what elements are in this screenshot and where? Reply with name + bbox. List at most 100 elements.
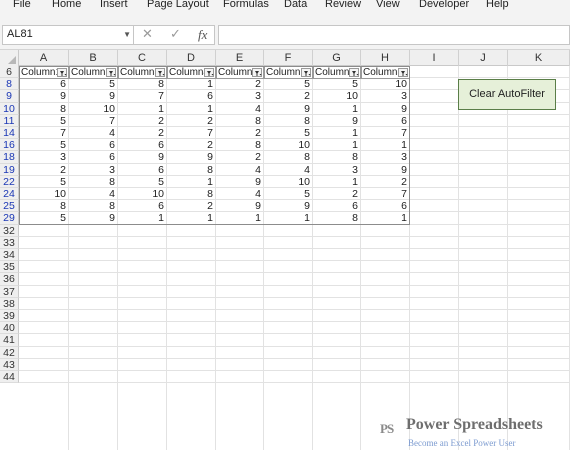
table-cell[interactable]: 2 [264, 90, 313, 102]
row-header-37[interactable]: 37 [0, 285, 19, 298]
table-cell[interactable]: 6 [361, 200, 410, 212]
table-cell[interactable]: 8 [69, 200, 118, 212]
table-cell[interactable]: 8 [118, 78, 167, 90]
menu-formulas[interactable]: Formulas [223, 0, 269, 10]
select-all-corner[interactable] [0, 50, 19, 66]
table-cell[interactable]: 2 [313, 188, 361, 200]
menu-developer[interactable]: Developer [419, 0, 469, 10]
column-header-g[interactable]: G [313, 50, 361, 66]
table-cell[interactable]: 9 [69, 212, 118, 224]
table-cell[interactable]: 8 [19, 200, 69, 212]
table-cell[interactable]: 2 [19, 164, 69, 176]
table-cell[interactable]: 10 [118, 188, 167, 200]
table-cell[interactable]: 8 [313, 212, 361, 224]
table-cell[interactable]: 8 [264, 151, 313, 163]
table-cell[interactable]: 1 [118, 212, 167, 224]
clear-autofilter-button[interactable]: Clear AutoFilter [458, 79, 556, 110]
table-header-cell[interactable]: Column2 [69, 65, 118, 79]
table-cell[interactable]: 8 [216, 115, 264, 127]
table-cell[interactable]: 9 [361, 103, 410, 115]
table-cell[interactable]: 5 [313, 78, 361, 90]
table-cell[interactable]: 9 [216, 200, 264, 212]
table-cell[interactable]: 4 [216, 164, 264, 176]
enter-icon[interactable]: ✓ [170, 26, 181, 42]
row-header-11[interactable]: 11 [0, 114, 19, 127]
table-cell[interactable]: 9 [69, 90, 118, 102]
table-cell[interactable]: 3 [361, 151, 410, 163]
row-header-6[interactable]: 6 [0, 66, 19, 79]
table-cell[interactable]: 10 [69, 103, 118, 115]
row-header-24[interactable]: 24 [0, 188, 19, 201]
table-header-cell[interactable]: Column7 [313, 65, 361, 79]
table-cell[interactable]: 1 [167, 103, 216, 115]
row-header-8[interactable]: 8 [0, 78, 19, 91]
table-cell[interactable]: 6 [313, 200, 361, 212]
table-cell[interactable]: 2 [216, 78, 264, 90]
filter-dropdown-icon[interactable] [349, 67, 359, 77]
table-cell[interactable]: 5 [264, 127, 313, 139]
table-cell[interactable]: 6 [361, 115, 410, 127]
table-cell[interactable]: 5 [118, 176, 167, 188]
cancel-icon[interactable]: ✕ [142, 26, 153, 42]
row-header-32[interactable]: 32 [0, 224, 19, 237]
table-cell[interactable]: 1 [167, 212, 216, 224]
row-header-38[interactable]: 38 [0, 297, 19, 310]
table-cell[interactable]: 3 [313, 164, 361, 176]
row-header-33[interactable]: 33 [0, 236, 19, 249]
table-cell[interactable]: 5 [264, 78, 313, 90]
table-cell[interactable]: 3 [69, 164, 118, 176]
row-header-36[interactable]: 36 [0, 273, 19, 286]
table-cell[interactable]: 9 [313, 115, 361, 127]
table-cell[interactable]: 5 [19, 212, 69, 224]
row-header-10[interactable]: 10 [0, 102, 19, 115]
row-header-43[interactable]: 43 [0, 358, 19, 371]
table-cell[interactable]: 3 [19, 151, 69, 163]
column-header-c[interactable]: C [118, 50, 167, 66]
table-cell[interactable]: 6 [118, 164, 167, 176]
table-cell[interactable]: 10 [264, 139, 313, 151]
table-cell[interactable]: 6 [19, 78, 69, 90]
table-cell[interactable]: 8 [167, 188, 216, 200]
row-header-16[interactable]: 16 [0, 139, 19, 152]
row-header-14[interactable]: 14 [0, 127, 19, 140]
table-cell[interactable]: 6 [69, 151, 118, 163]
table-cell[interactable]: 2 [118, 127, 167, 139]
table-cell[interactable]: 6 [118, 200, 167, 212]
table-cell[interactable]: 10 [264, 176, 313, 188]
table-cell[interactable]: 6 [167, 90, 216, 102]
table-header-cell[interactable]: Column4 [167, 65, 216, 79]
table-cell[interactable]: 2 [167, 200, 216, 212]
table-header-cell[interactable]: Column1 [19, 65, 69, 79]
table-cell[interactable]: 9 [264, 200, 313, 212]
formula-input[interactable] [218, 25, 570, 45]
table-cell[interactable]: 5 [19, 139, 69, 151]
table-cell[interactable]: 4 [264, 164, 313, 176]
table-cell[interactable]: 9 [118, 151, 167, 163]
table-cell[interactable]: 5 [19, 176, 69, 188]
table-header-cell[interactable]: Column8 [361, 65, 410, 79]
table-cell[interactable]: 9 [19, 90, 69, 102]
name-box[interactable]: AL81 ▼ [2, 25, 136, 45]
table-cell[interactable]: 4 [216, 188, 264, 200]
row-header-39[interactable]: 39 [0, 310, 19, 323]
menu-help[interactable]: Help [486, 0, 509, 10]
row-header-25[interactable]: 25 [0, 200, 19, 213]
table-cell[interactable]: 5 [19, 115, 69, 127]
menu-home[interactable]: Home [52, 0, 81, 10]
column-header-d[interactable]: D [167, 50, 216, 66]
table-cell[interactable]: 1 [361, 139, 410, 151]
table-cell[interactable]: 10 [361, 78, 410, 90]
table-cell[interactable]: 1 [216, 212, 264, 224]
table-cell[interactable]: 8 [19, 103, 69, 115]
table-cell[interactable]: 5 [69, 78, 118, 90]
filter-dropdown-icon[interactable] [398, 67, 408, 77]
table-cell[interactable]: 2 [118, 115, 167, 127]
table-cell[interactable]: 1 [264, 212, 313, 224]
row-header-40[interactable]: 40 [0, 322, 19, 335]
row-header-29[interactable]: 29 [0, 212, 19, 225]
column-header-i[interactable]: I [410, 50, 459, 66]
table-cell[interactable]: 8 [69, 176, 118, 188]
menu-page-layout[interactable]: Page Layout [147, 0, 209, 10]
row-header-34[interactable]: 34 [0, 249, 19, 262]
column-header-h[interactable]: H [361, 50, 410, 66]
